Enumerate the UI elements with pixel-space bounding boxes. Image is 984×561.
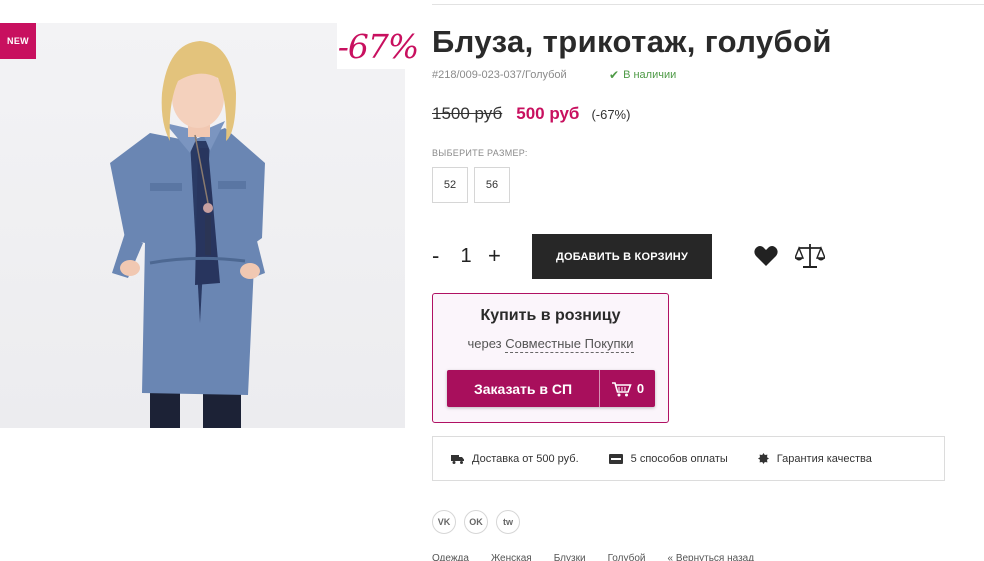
twitter-icon[interactable]: tw bbox=[496, 510, 520, 534]
old-price: 1500 руб bbox=[432, 104, 503, 123]
joint-purchases-link[interactable]: Совместные Покупки bbox=[505, 336, 634, 353]
size-option-52[interactable]: 52 bbox=[432, 167, 468, 203]
retail-subtitle: через Совместные Покупки bbox=[433, 336, 668, 353]
feature-payment: 5 способов оплаты bbox=[608, 452, 728, 465]
current-price: 500 руб bbox=[516, 104, 580, 123]
breadcrumb-item-women[interactable]: Женская bbox=[491, 553, 532, 561]
stock-status: ✔ В наличии bbox=[609, 68, 676, 82]
heart-icon[interactable] bbox=[753, 244, 779, 268]
features-bar: Доставка от 500 руб. 5 способов оплаты Г… bbox=[432, 436, 945, 481]
product-title: Блуза, трикотаж, голубой bbox=[432, 24, 832, 59]
retail-title: Купить в розницу bbox=[480, 307, 621, 324]
cart-icon bbox=[611, 381, 632, 396]
quantity-stepper: - 1 + bbox=[432, 241, 504, 271]
product-sku: #218/009-023-037/Голубой bbox=[432, 69, 567, 81]
size-options: 52 56 bbox=[432, 167, 510, 203]
feature-payment-label: 5 способов оплаты bbox=[630, 452, 728, 465]
odnoklassniki-icon[interactable]: OK bbox=[464, 510, 488, 534]
check-icon: ✔ bbox=[609, 68, 620, 82]
retail-purchase-box: Купить в розницу через Совместные Покупк… bbox=[432, 293, 669, 423]
retail-prefix: через bbox=[467, 336, 502, 351]
new-badge: NEW bbox=[0, 23, 36, 59]
breadcrumb-item-blue[interactable]: Голубой bbox=[608, 553, 646, 561]
size-label: ВЫБЕРИТЕ РАЗМЕР: bbox=[432, 148, 528, 158]
breadcrumb-item-blouses[interactable]: Блузки bbox=[554, 553, 586, 561]
price-row: 1500 руб 500 руб (-67%) bbox=[432, 104, 630, 124]
quantity-decrease-button[interactable]: - bbox=[432, 243, 444, 269]
social-share: VK OK tw bbox=[432, 510, 520, 534]
seal-icon bbox=[757, 453, 769, 464]
size-option-56[interactable]: 56 bbox=[474, 167, 510, 203]
order-sp-label: Заказать в СП bbox=[473, 380, 573, 397]
stock-label: В наличии bbox=[623, 69, 677, 81]
feature-delivery-label: Доставка от 500 руб. bbox=[472, 452, 579, 465]
compare-scales-icon[interactable] bbox=[795, 242, 825, 270]
vk-icon[interactable]: VK bbox=[432, 510, 456, 534]
quantity-value[interactable]: 1 bbox=[460, 245, 471, 268]
product-image[interactable] bbox=[0, 23, 405, 428]
discount-percent: (-67%) bbox=[591, 107, 631, 122]
add-to-cart-button[interactable]: ДОБАВИТЬ В КОРЗИНУ bbox=[532, 234, 712, 279]
back-link[interactable]: « Вернуться назад bbox=[667, 553, 754, 561]
sp-cart[interactable]: 0 bbox=[600, 381, 655, 397]
feature-delivery: Доставка от 500 руб. bbox=[451, 453, 579, 465]
feature-quality-label: Гарантия качества bbox=[776, 452, 872, 465]
sp-cart-count: 0 bbox=[636, 381, 645, 396]
quantity-increase-button[interactable]: + bbox=[488, 243, 504, 269]
feature-quality: Гарантия качества bbox=[757, 452, 872, 465]
discount-badge: -67% bbox=[337, 23, 419, 69]
breadcrumb-item-clothing[interactable]: Одежда bbox=[432, 553, 469, 561]
model-illustration bbox=[110, 41, 265, 428]
order-sp-button[interactable]: Заказать в СП 0 bbox=[447, 370, 655, 407]
truck-icon bbox=[451, 454, 464, 464]
top-divider bbox=[432, 4, 984, 5]
card-icon bbox=[608, 453, 623, 464]
breadcrumb: Одежда Женская Блузки Голубой « Вернутьс… bbox=[432, 553, 754, 561]
